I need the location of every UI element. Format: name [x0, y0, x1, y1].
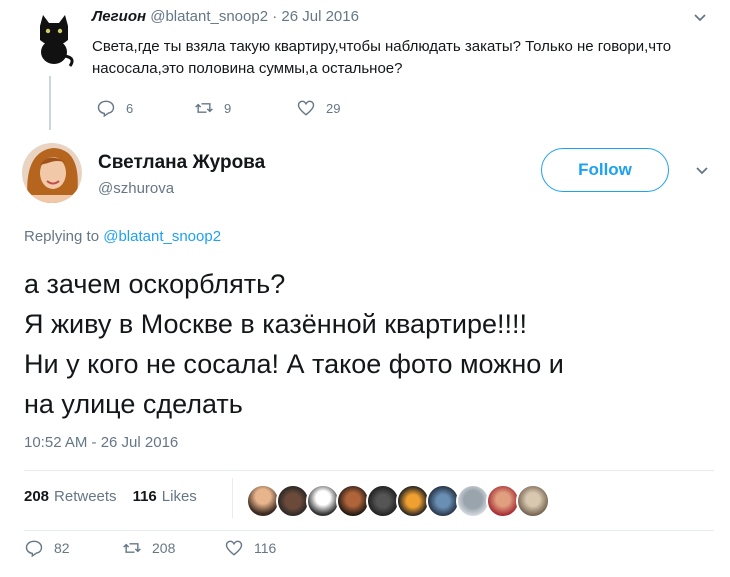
divider-bottom — [24, 530, 714, 531]
heart-icon — [297, 100, 315, 116]
tweet-reply-count: 82 — [54, 540, 70, 556]
stats-separator — [232, 478, 233, 518]
tweet-text-line: а зачем оскорблять? — [24, 269, 286, 299]
reply-like-count: 29 — [326, 100, 341, 116]
tweet-text-line: Я живу в Москве в казённой квартире!!!! — [24, 309, 527, 339]
reply-retweet-count: 9 — [224, 100, 232, 116]
liker-avatar[interactable] — [456, 484, 490, 518]
reply-date[interactable]: · 26 Jul 2016 — [272, 8, 359, 25]
tweet-reply-button[interactable]: 82 — [24, 538, 70, 558]
replying-prefix: Replying to — [24, 228, 100, 245]
reply-icon — [25, 540, 43, 558]
tweet-chevron-down-icon[interactable] — [694, 163, 710, 184]
tweet-timestamp[interactable]: 10:52 AM - 26 Jul 2016 — [24, 434, 178, 451]
reply-reply-count: 6 — [126, 100, 134, 116]
retweets-label: Retweets — [54, 488, 117, 505]
reply-like-button[interactable]: 29 — [296, 98, 340, 118]
replying-to-link[interactable]: @blatant_snoop2 — [103, 228, 221, 245]
tweet-retweet-button[interactable]: 208 — [122, 538, 175, 558]
liker-avatar[interactable] — [306, 484, 340, 518]
tweet-like-count: 116 — [254, 540, 277, 556]
reply-author-avatar[interactable] — [30, 12, 78, 68]
liker-avatar[interactable] — [486, 484, 520, 518]
likes-stat[interactable]: 116 Likes — [133, 488, 197, 505]
reply-text: Света,где ты взяла такую квартиру,чтобы … — [92, 38, 672, 77]
reply-author-handle[interactable]: @blatant_snoop2 — [150, 8, 268, 25]
reply-header: Легион @blatant_snoop2 · 26 Jul 2016 — [92, 8, 359, 25]
tweet-text-line: Ни у кого не сосала! А такое фото можно … — [24, 349, 564, 379]
retweet-icon — [195, 103, 213, 113]
liker-avatar[interactable] — [246, 484, 280, 518]
heart-icon — [225, 540, 243, 556]
divider-top — [24, 470, 714, 471]
follow-button[interactable]: Follow — [541, 148, 669, 192]
tweet-text-line: на улице сделать — [24, 389, 243, 419]
thread-line — [49, 76, 51, 130]
reply-chevron-down-icon[interactable] — [692, 10, 708, 31]
tweet-text: а зачем оскорблять? Я живу в Москве в ка… — [24, 264, 724, 424]
liker-avatar[interactable] — [426, 484, 460, 518]
tweet-retweet-count: 208 — [152, 540, 176, 556]
reply-reply-button[interactable]: 6 — [96, 98, 133, 118]
likes-count: 116 — [132, 488, 157, 505]
liker-avatar[interactable] — [516, 484, 550, 518]
liker-avatar[interactable] — [336, 484, 370, 518]
liker-avatar[interactable] — [366, 484, 400, 518]
liker-avatar[interactable] — [396, 484, 430, 518]
retweets-stat[interactable]: 208 Retweets — [24, 488, 117, 505]
author-avatar[interactable] — [22, 143, 82, 203]
reply-retweet-button[interactable]: 9 — [194, 98, 231, 118]
liker-avatar[interactable] — [276, 484, 310, 518]
reply-author-name[interactable]: Легион — [92, 8, 146, 25]
likes-label: Likes — [161, 488, 197, 505]
reply-icon — [97, 100, 115, 118]
replying-to: Replying to @blatant_snoop2 — [24, 228, 221, 245]
tweet-stats: 208 Retweets 116 Likes — [24, 488, 197, 505]
author-handle[interactable]: @szhurova — [98, 180, 174, 197]
author-name[interactable]: Светлана Журова — [98, 152, 265, 174]
retweet-icon — [123, 543, 141, 553]
retweets-count: 208 — [24, 488, 50, 505]
tweet-like-button[interactable]: 116 — [224, 538, 276, 558]
